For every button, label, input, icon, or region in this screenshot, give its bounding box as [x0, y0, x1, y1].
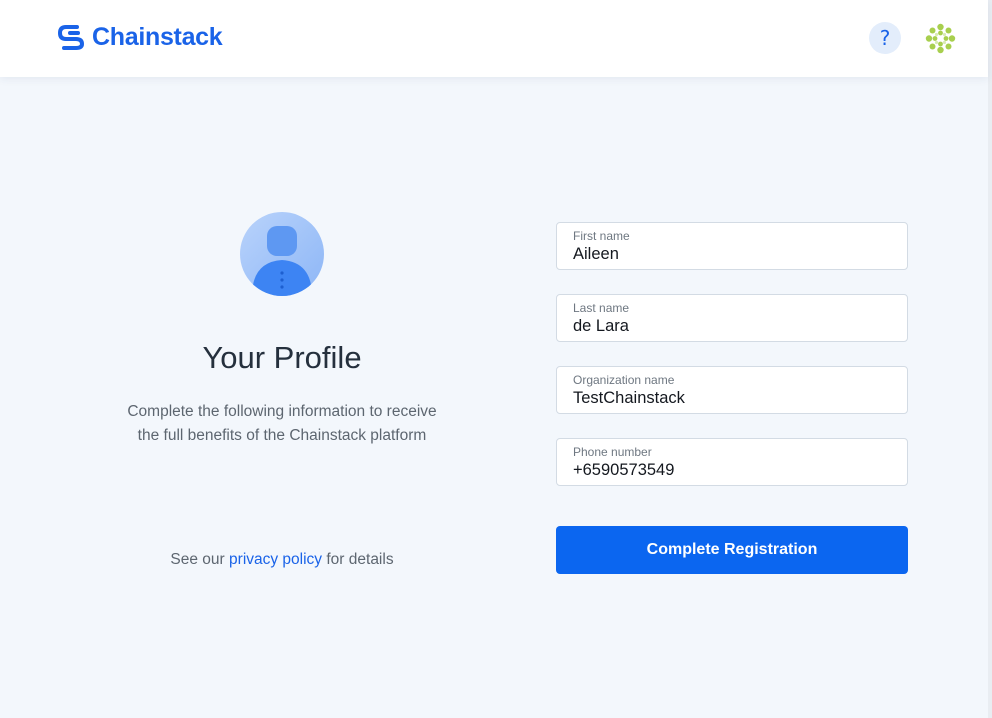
user-placeholder-icon: [240, 212, 324, 296]
user-identicon: [924, 22, 957, 55]
privacy-note: See our privacy policy for details: [112, 551, 452, 569]
organization-name-label: Organization name: [573, 373, 675, 387]
phone-number-field[interactable]: Phone number: [556, 438, 908, 486]
page-title: Your Profile: [202, 340, 362, 375]
scrollbar-track[interactable]: [988, 0, 992, 718]
last-name-input[interactable]: [573, 315, 893, 337]
phone-number-input[interactable]: [573, 459, 893, 481]
last-name-field[interactable]: Last name: [556, 294, 908, 342]
privacy-suffix: for details: [326, 551, 394, 568]
help-icon: ?: [879, 26, 891, 50]
first-name-label: First name: [573, 229, 630, 243]
top-header: Chainstack ?: [0, 0, 988, 77]
profile-intro: Your Profile Complete the following info…: [112, 212, 452, 448]
profile-description: Complete the following information to re…: [127, 403, 437, 444]
user-avatar[interactable]: [924, 22, 957, 55]
organization-name-input[interactable]: [573, 387, 893, 409]
first-name-field[interactable]: First name: [556, 222, 908, 270]
phone-number-label: Phone number: [573, 445, 652, 459]
brand-logo-link[interactable]: Chainstack: [56, 22, 223, 52]
last-name-label: Last name: [573, 301, 630, 315]
privacy-policy-link[interactable]: privacy policy: [229, 551, 322, 568]
brand-name: Chainstack: [92, 22, 223, 51]
organization-name-field[interactable]: Organization name: [556, 366, 908, 414]
chainstack-logo-icon: [58, 25, 84, 50]
privacy-prefix: See our: [170, 551, 225, 568]
complete-registration-button[interactable]: Complete Registration: [556, 526, 908, 574]
first-name-input[interactable]: [573, 243, 893, 265]
help-button[interactable]: ?: [869, 22, 901, 54]
